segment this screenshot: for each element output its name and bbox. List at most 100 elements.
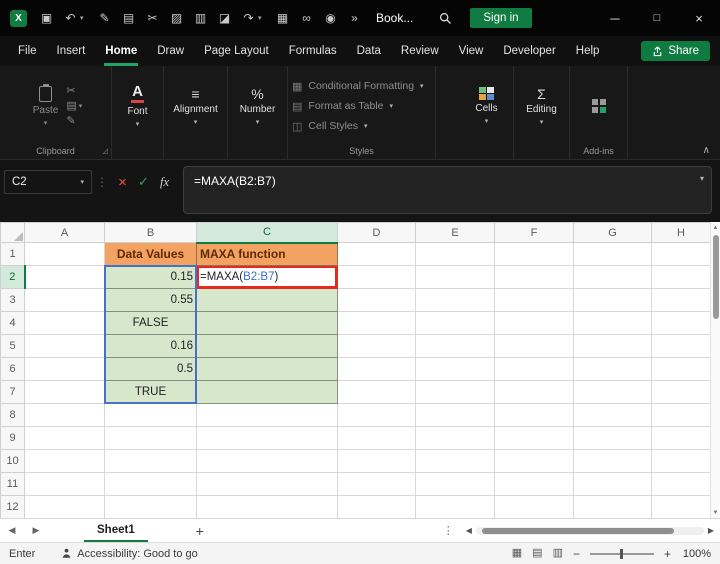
- tab-view[interactable]: View: [449, 36, 494, 66]
- horizontal-scroll-thumb[interactable]: [481, 527, 674, 534]
- tab-home[interactable]: Home: [95, 36, 147, 66]
- zoom-level[interactable]: 100%: [681, 548, 711, 560]
- row-header-5[interactable]: 5: [0, 334, 25, 358]
- tab-data[interactable]: Data: [347, 36, 391, 66]
- cell-B10[interactable]: [104, 449, 197, 473]
- formula-input[interactable]: =MAXA(B2:B7) ▾: [183, 166, 712, 214]
- cell-D8[interactable]: [337, 403, 416, 427]
- col-header-D[interactable]: D: [337, 222, 416, 243]
- table-icon[interactable]: ▦: [275, 12, 290, 24]
- cell-H12[interactable]: [651, 495, 711, 519]
- cell-C11[interactable]: [196, 472, 338, 496]
- cell-A10[interactable]: [24, 449, 105, 473]
- vertical-scroll-thumb[interactable]: [712, 235, 719, 319]
- picture-icon[interactable]: ▨: [169, 12, 184, 24]
- tab-draw[interactable]: Draw: [147, 36, 194, 66]
- cell-H6[interactable]: [651, 357, 711, 381]
- excel-logo-icon[interactable]: X: [10, 9, 27, 27]
- cell-F2[interactable]: [494, 265, 574, 289]
- cell-E5[interactable]: [415, 334, 495, 358]
- cell-F3[interactable]: [494, 288, 574, 312]
- cell-F8[interactable]: [494, 403, 574, 427]
- tab-developer[interactable]: Developer: [493, 36, 565, 66]
- tab-help[interactable]: Help: [566, 36, 610, 66]
- cell-B7[interactable]: TRUE: [104, 380, 197, 404]
- scroll-left-icon[interactable]: ◀: [466, 526, 472, 535]
- accessibility-status[interactable]: Accessibility: Good to go: [61, 548, 198, 560]
- cell-C6[interactable]: [196, 357, 338, 381]
- camera-icon[interactable]: ◉: [323, 12, 338, 24]
- alignment-button[interactable]: ≡ Alignment ▾: [169, 85, 221, 128]
- cell-D6[interactable]: [337, 357, 416, 381]
- cell-A11[interactable]: [24, 472, 105, 496]
- cell-D3[interactable]: [337, 288, 416, 312]
- cell-B2[interactable]: 0.15: [104, 265, 197, 289]
- cell-G5[interactable]: [573, 334, 652, 358]
- cell-E2[interactable]: [415, 265, 495, 289]
- cell-D4[interactable]: [337, 311, 416, 335]
- cell-D2[interactable]: [337, 265, 416, 289]
- col-header-H[interactable]: H: [651, 222, 711, 243]
- cut-button[interactable]: ✂: [66, 85, 82, 97]
- sign-in-button[interactable]: Sign in: [470, 8, 532, 28]
- share-button[interactable]: Share: [641, 41, 710, 61]
- cell-B1[interactable]: Data Values: [104, 242, 197, 266]
- name-box[interactable]: C2 ▾: [4, 170, 92, 194]
- link-icon[interactable]: ∞: [299, 12, 314, 24]
- col-header-G[interactable]: G: [573, 222, 652, 243]
- row-header-8[interactable]: 8: [0, 403, 25, 427]
- row-header-11[interactable]: 11: [0, 472, 25, 496]
- cell-G4[interactable]: [573, 311, 652, 335]
- search-icon[interactable]: [439, 12, 452, 25]
- zoom-in-icon[interactable]: +: [664, 547, 671, 561]
- add-sheet-button[interactable]: +: [190, 523, 210, 539]
- row-header-12[interactable]: 12: [0, 495, 25, 519]
- cell-F9[interactable]: [494, 426, 574, 450]
- cell-G9[interactable]: [573, 426, 652, 450]
- cell-styles-button[interactable]: ◫ Cell Styles ▾: [292, 116, 431, 136]
- cell-C1[interactable]: MAXA function: [196, 242, 338, 266]
- cell-D12[interactable]: [337, 495, 416, 519]
- cell-G10[interactable]: [573, 449, 652, 473]
- cell-G8[interactable]: [573, 403, 652, 427]
- cells-button[interactable]: Cells ▾: [471, 85, 501, 127]
- cell-A9[interactable]: [24, 426, 105, 450]
- cell-H2[interactable]: [651, 265, 711, 289]
- enter-button[interactable]: ✓: [133, 170, 154, 194]
- editing-button[interactable]: Σ Editing ▾: [522, 85, 561, 128]
- row-header-10[interactable]: 10: [0, 449, 25, 473]
- cell-A3[interactable]: [24, 288, 105, 312]
- cell-H3[interactable]: [651, 288, 711, 312]
- conditional-formatting-button[interactable]: ▦ Conditional Formatting ▾: [292, 76, 431, 96]
- format-painter-button[interactable]: ✎: [66, 115, 82, 127]
- cell-D11[interactable]: [337, 472, 416, 496]
- cell-A6[interactable]: [24, 357, 105, 381]
- cell-D5[interactable]: [337, 334, 416, 358]
- zoom-slider-thumb[interactable]: [619, 548, 623, 559]
- cell-A4[interactable]: [24, 311, 105, 335]
- font-button[interactable]: A Font ▾: [123, 82, 151, 131]
- cell-A8[interactable]: [24, 403, 105, 427]
- cell-F11[interactable]: [494, 472, 574, 496]
- cell-F5[interactable]: [494, 334, 574, 358]
- cell-F4[interactable]: [494, 311, 574, 335]
- minimize-button[interactable]: ─: [594, 0, 636, 36]
- cell-F10[interactable]: [494, 449, 574, 473]
- row-header-6[interactable]: 6: [0, 357, 25, 381]
- cell-A12[interactable]: [24, 495, 105, 519]
- cell-C5[interactable]: [196, 334, 338, 358]
- cell-B12[interactable]: [104, 495, 197, 519]
- addins-button[interactable]: [588, 97, 610, 115]
- paste-button[interactable]: Paste ▾: [29, 83, 63, 129]
- cell-D7[interactable]: [337, 380, 416, 404]
- col-header-F[interactable]: F: [494, 222, 574, 243]
- cell-B5[interactable]: 0.16: [104, 334, 197, 358]
- cell-D10[interactable]: [337, 449, 416, 473]
- cell-G1[interactable]: [573, 242, 652, 266]
- pen-icon[interactable]: ✎: [97, 12, 112, 24]
- chevron-down-icon[interactable]: ▾: [80, 14, 88, 22]
- tab-page-layout[interactable]: Page Layout: [194, 36, 279, 66]
- cell-C4[interactable]: [196, 311, 338, 335]
- row-header-9[interactable]: 9: [0, 426, 25, 450]
- cell-E10[interactable]: [415, 449, 495, 473]
